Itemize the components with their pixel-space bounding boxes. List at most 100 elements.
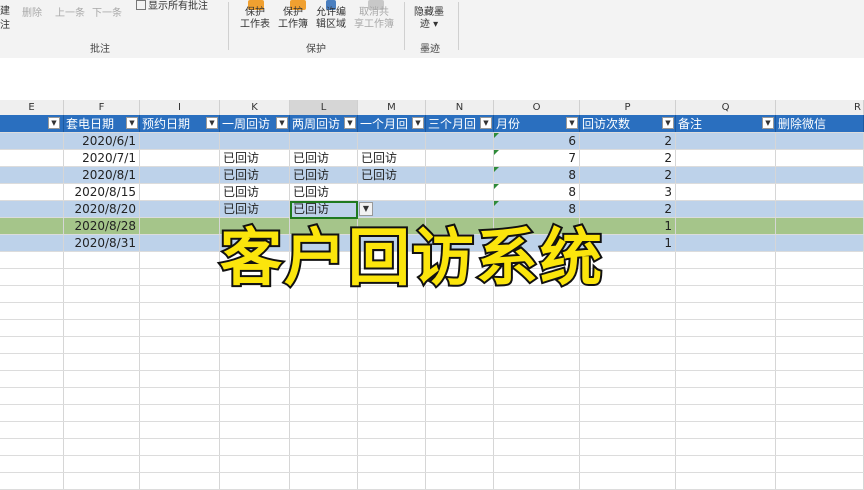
table-cell[interactable] xyxy=(676,235,776,251)
table-cell[interactable] xyxy=(580,405,676,421)
table-cell[interactable] xyxy=(358,371,426,387)
table-cell[interactable] xyxy=(140,167,220,183)
table-cell[interactable] xyxy=(580,388,676,404)
table-cell[interactable] xyxy=(0,337,64,353)
table-cell[interactable] xyxy=(776,218,864,234)
table-cell[interactable]: 已回访 xyxy=(290,150,358,166)
table-cell[interactable]: 2 xyxy=(580,167,676,183)
column-header-i[interactable]: I xyxy=(140,100,220,115)
table-cell[interactable]: 已回访 xyxy=(220,201,290,217)
filter-dropdown-icon[interactable]: ▼ xyxy=(276,117,288,129)
ribbon-partial-button[interactable]: 建 xyxy=(0,6,10,18)
table-cell[interactable] xyxy=(64,303,140,319)
filter-dropdown-icon[interactable]: ▼ xyxy=(344,117,356,129)
table-cell[interactable] xyxy=(290,456,358,472)
table-cell[interactable] xyxy=(776,252,864,268)
table-cell[interactable] xyxy=(494,371,580,387)
table-cell[interactable] xyxy=(676,388,776,404)
table-cell[interactable]: 8 xyxy=(494,167,580,183)
table-cell[interactable]: 8 xyxy=(494,184,580,200)
table-cell[interactable] xyxy=(140,354,220,370)
column-header-l[interactable]: L xyxy=(290,100,358,115)
table-cell[interactable] xyxy=(494,473,580,489)
table-cell[interactable] xyxy=(358,473,426,489)
table-cell[interactable] xyxy=(676,320,776,336)
table-cell[interactable]: 已回访 xyxy=(220,184,290,200)
table-cell[interactable] xyxy=(776,439,864,455)
table-cell[interactable] xyxy=(494,422,580,438)
table-cell[interactable] xyxy=(64,405,140,421)
table-cell[interactable] xyxy=(776,405,864,421)
table-cell[interactable] xyxy=(140,150,220,166)
table-cell[interactable] xyxy=(426,303,494,319)
table-cell[interactable] xyxy=(64,286,140,302)
table-cell[interactable] xyxy=(776,269,864,285)
table-cell[interactable] xyxy=(0,252,64,268)
table-cell[interactable] xyxy=(358,184,426,200)
table-cell[interactable] xyxy=(426,388,494,404)
table-cell[interactable] xyxy=(220,388,290,404)
table-cell[interactable] xyxy=(0,133,64,149)
table-cell[interactable]: 3 xyxy=(580,184,676,200)
table-cell[interactable] xyxy=(64,252,140,268)
table-cell[interactable] xyxy=(580,422,676,438)
table-cell[interactable] xyxy=(290,405,358,421)
table-cell[interactable] xyxy=(220,439,290,455)
filter-dropdown-icon[interactable]: ▼ xyxy=(480,117,492,129)
table-cell[interactable] xyxy=(220,354,290,370)
table-cell[interactable] xyxy=(220,303,290,319)
table-cell[interactable]: 6 xyxy=(494,133,580,149)
table-cell[interactable] xyxy=(0,405,64,421)
hide-ink-button[interactable]: 隐藏墨迹 ▾ xyxy=(414,7,444,31)
column-header-q[interactable]: Q xyxy=(676,100,776,115)
protect-sheet-button[interactable]: 保护 工作表 xyxy=(240,7,270,31)
table-cell[interactable] xyxy=(140,133,220,149)
column-header-r[interactable]: R xyxy=(776,100,864,115)
active-cell-selection[interactable] xyxy=(290,201,358,219)
table-cell[interactable] xyxy=(0,439,64,455)
table-cell[interactable]: 已回访 xyxy=(220,150,290,166)
table-cell[interactable] xyxy=(140,439,220,455)
column-header-f[interactable]: F xyxy=(64,100,140,115)
prev-comment-button[interactable]: 上一条 xyxy=(55,8,85,20)
unshare-workbook-button[interactable]: 取消共 享工作簿 xyxy=(354,7,394,31)
table-cell[interactable] xyxy=(290,133,358,149)
table-cell[interactable] xyxy=(580,439,676,455)
table-cell[interactable]: 已回访 xyxy=(358,167,426,183)
table-cell[interactable] xyxy=(676,201,776,217)
column-header-n[interactable]: N xyxy=(426,100,494,115)
column-header-p[interactable]: P xyxy=(580,100,676,115)
table-cell[interactable] xyxy=(358,337,426,353)
table-cell[interactable] xyxy=(776,388,864,404)
table-cell[interactable] xyxy=(776,320,864,336)
table-cell[interactable] xyxy=(676,422,776,438)
next-comment-button[interactable]: 下一条 xyxy=(92,8,122,20)
table-cell[interactable] xyxy=(580,337,676,353)
table-cell[interactable] xyxy=(290,439,358,455)
table-cell[interactable] xyxy=(494,354,580,370)
table-cell[interactable] xyxy=(220,473,290,489)
show-all-comments-button[interactable]: 显示所有批注 xyxy=(136,0,208,13)
table-cell[interactable] xyxy=(358,422,426,438)
table-cell[interactable] xyxy=(220,405,290,421)
table-cell[interactable] xyxy=(358,320,426,336)
table-cell[interactable] xyxy=(676,337,776,353)
table-cell[interactable] xyxy=(580,473,676,489)
table-cell[interactable] xyxy=(290,422,358,438)
filter-dropdown-icon[interactable]: ▼ xyxy=(126,117,138,129)
table-cell[interactable] xyxy=(426,473,494,489)
table-cell[interactable] xyxy=(220,371,290,387)
table-cell[interactable] xyxy=(776,354,864,370)
table-cell[interactable] xyxy=(676,303,776,319)
table-cell[interactable]: 2020/6/1 xyxy=(64,133,140,149)
table-cell[interactable] xyxy=(64,371,140,387)
table-cell[interactable] xyxy=(358,439,426,455)
table-cell[interactable] xyxy=(0,473,64,489)
table-cell[interactable] xyxy=(0,286,64,302)
table-cell[interactable] xyxy=(426,201,494,217)
column-header-m[interactable]: M xyxy=(358,100,426,115)
protect-workbook-button[interactable]: 保护 工作簿 xyxy=(278,7,308,31)
table-cell[interactable] xyxy=(0,354,64,370)
table-cell[interactable] xyxy=(0,388,64,404)
column-header-o[interactable]: O xyxy=(494,100,580,115)
